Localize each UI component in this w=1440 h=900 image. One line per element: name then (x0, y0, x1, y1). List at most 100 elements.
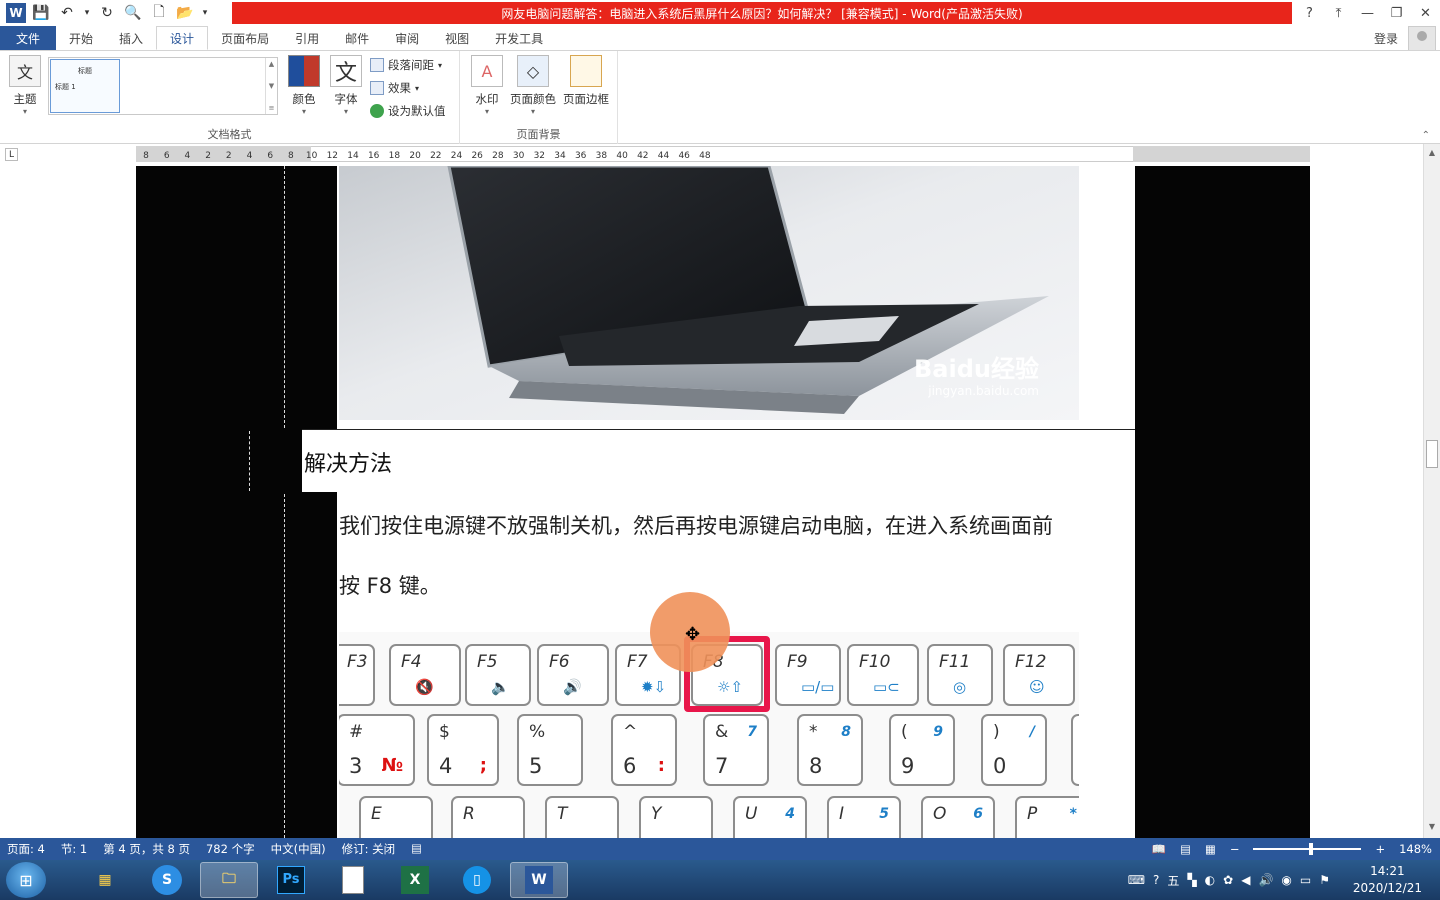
key-digit: 9 (901, 754, 915, 778)
effects-button[interactable]: 效果 ▾ (370, 80, 419, 96)
help-icon[interactable]: ? (1153, 873, 1159, 887)
ribbon-display-options-button[interactable]: ⤒ (1324, 0, 1353, 26)
key-symbol: $ (439, 722, 450, 742)
page-border-button[interactable]: 页面边框 (560, 55, 612, 107)
section-indicator[interactable]: 节: 1 (61, 841, 87, 857)
print-preview-icon[interactable]: 🔍 (122, 2, 144, 24)
page-indicator[interactable]: 页面: 4 (7, 841, 45, 857)
paragraph-spacing-button[interactable]: 段落间距 ▾ (370, 57, 442, 73)
window-controls: ? ⤒ — ❐ ✕ (1295, 0, 1440, 26)
scroll-down-icon[interactable]: ▼ (1426, 822, 1438, 834)
close-button[interactable]: ✕ (1411, 0, 1440, 26)
effects-label: 效果 (388, 81, 411, 95)
sogou-taskbar-icon[interactable]: S (138, 862, 196, 898)
scroll-up-icon[interactable]: ▲ (1426, 148, 1438, 160)
save-icon[interactable]: 💾 (30, 2, 52, 24)
page-count[interactable]: 第 4 页，共 8 页 (103, 841, 190, 857)
keyboard-icon[interactable]: ⌨ (1128, 873, 1145, 887)
laptop-image[interactable]: Baidu经验 jingyan.baidu.com (339, 166, 1079, 420)
new-document-icon[interactable]: 🗋 (148, 2, 170, 24)
tab-insert[interactable]: 插入 (106, 26, 156, 50)
gallery-more-icon[interactable]: ≡ (269, 104, 275, 112)
app-tray-icon[interactable]: ✿ (1223, 873, 1233, 887)
redo-icon[interactable]: ↻ (96, 2, 118, 24)
restore-button[interactable]: ❐ (1382, 0, 1411, 26)
open-folder-icon[interactable]: 📂 (174, 2, 196, 24)
style-set-gallery[interactable]: 标题 标题 1 ▲ ▼ ≡ (48, 57, 278, 115)
document-area[interactable]: Baidu经验 jingyan.baidu.com 解决方法 我们按住电源键不放… (0, 166, 1423, 838)
volume-icon[interactable]: 🔊 (1258, 873, 1273, 887)
horizontal-ruler[interactable]: 8 6 4 2 2 4 6 8 10 12 14 16 18 20 22 24 26 28 30 32 34 36 38 40… (136, 146, 1310, 162)
tab-page-layout[interactable]: 页面布局 (208, 26, 282, 50)
zoom-slider-knob[interactable] (1309, 843, 1314, 855)
gallery-scroll[interactable]: ▲ ▼ ≡ (265, 58, 277, 114)
customize-qat-icon[interactable]: ▾ (200, 2, 210, 24)
network-icon[interactable]: ▚ (1187, 873, 1196, 887)
scroll-thumb[interactable] (1426, 440, 1438, 468)
collapse-ribbon-icon[interactable]: ⌃ (1422, 130, 1430, 141)
status-bar: 页面: 4 节: 1 第 4 页，共 8 页 782 个字 中文(中国) 修订:… (0, 838, 1440, 860)
word-taskbar-icon[interactable]: W (510, 862, 568, 898)
web-layout-icon[interactable]: ▦ (1205, 842, 1216, 856)
excel-taskbar-icon[interactable]: X (386, 862, 444, 898)
fonts-button[interactable]: 文 字体 ▾ (323, 55, 369, 116)
tab-design[interactable]: 设计 (156, 26, 209, 50)
flag-icon[interactable]: ⚑ (1319, 873, 1330, 887)
tab-mailings[interactable]: 邮件 (332, 26, 382, 50)
undo-icon[interactable]: ↶ (56, 2, 78, 24)
page-color-button[interactable]: ◇ 页面颜色 ▾ (508, 55, 558, 116)
ribbon-tabs: 文件 开始 插入 设计 页面布局 引用 邮件 审阅 视图 开发工具 (0, 26, 1440, 50)
zoom-level[interactable]: 148% (1399, 842, 1432, 856)
language-indicator[interactable]: 中文(中国) (271, 841, 326, 857)
tab-file[interactable]: 文件 (0, 26, 57, 50)
start-button[interactable]: ⊞ (6, 862, 46, 898)
theme-button[interactable]: 文 主题 ▾ (2, 55, 48, 116)
notepad-taskbar-icon[interactable] (324, 862, 382, 898)
arrow-icon[interactable]: ◀ (1241, 873, 1250, 887)
macro-record-icon[interactable]: ▤ (411, 841, 422, 857)
minimize-button[interactable]: — (1353, 0, 1382, 26)
style-set-item[interactable]: 标题 标题 1 (50, 59, 120, 113)
colors-button[interactable]: 颜色 ▾ (281, 55, 327, 116)
key-symbol: % (529, 722, 546, 742)
clock[interactable]: 14:21 2020/12/21 (1353, 863, 1422, 897)
read-mode-icon[interactable]: 📖 (1152, 842, 1166, 856)
zoom-slider[interactable] (1253, 843, 1362, 855)
zoom-out-button[interactable]: − (1230, 842, 1240, 856)
track-changes-indicator[interactable]: 修订: 关闭 (342, 841, 396, 857)
help-button[interactable]: ? (1295, 0, 1324, 26)
tab-developer[interactable]: 开发工具 (482, 26, 556, 50)
tab-home[interactable]: 开始 (56, 26, 106, 50)
explorer-taskbar-icon[interactable]: ▦ (76, 862, 134, 898)
zoom-in-button[interactable]: + (1375, 842, 1385, 856)
input-method-icon[interactable]: 五 (1167, 872, 1179, 889)
vertical-scrollbar[interactable]: ▲ ▼ (1423, 144, 1440, 838)
chevron-up-icon[interactable]: ▲ (269, 60, 274, 68)
mic-icon[interactable]: ◉ (1281, 873, 1291, 887)
tab-review[interactable]: 审阅 (382, 26, 432, 50)
tab-view[interactable]: 视图 (432, 26, 482, 50)
set-default-button[interactable]: 设为默认值 (370, 103, 446, 119)
watermark-button[interactable]: A 水印 ▾ (464, 55, 510, 116)
print-layout-icon[interactable]: ▤ (1180, 842, 1191, 856)
key-f3: F3 (339, 644, 375, 706)
folder-taskbar-icon[interactable]: 🗀 (200, 862, 258, 898)
tab-selector[interactable]: L (5, 148, 18, 161)
key-numpad-label: 7 (747, 724, 757, 740)
login-link[interactable]: 登录 (1374, 26, 1398, 50)
phone-taskbar-icon[interactable]: ▯ (448, 862, 506, 898)
key-minus (1071, 714, 1079, 786)
word-count[interactable]: 782 个字 (206, 841, 255, 857)
key-f9: F9 ▭/▭ (775, 644, 841, 706)
avatar[interactable] (1408, 26, 1436, 52)
ruler-area: L 8 6 4 2 2 4 6 8 10 12 14 16 18 20 22 24 26 28 30 32 34 36 38… (0, 144, 1440, 166)
tab-references[interactable]: 引用 (282, 26, 332, 50)
qq-icon[interactable]: ◐ (1205, 873, 1215, 887)
chevron-down-icon[interactable]: ▼ (269, 82, 274, 90)
display-icon[interactable]: ▭ (1300, 873, 1311, 887)
key-letter: P (1027, 804, 1038, 824)
key-numpad-label: 5 (879, 806, 889, 822)
photoshop-taskbar-icon[interactable]: Ps (262, 862, 320, 898)
undo-dropdown-icon[interactable]: ▾ (82, 2, 92, 24)
word-app-icon[interactable]: W (6, 3, 26, 23)
